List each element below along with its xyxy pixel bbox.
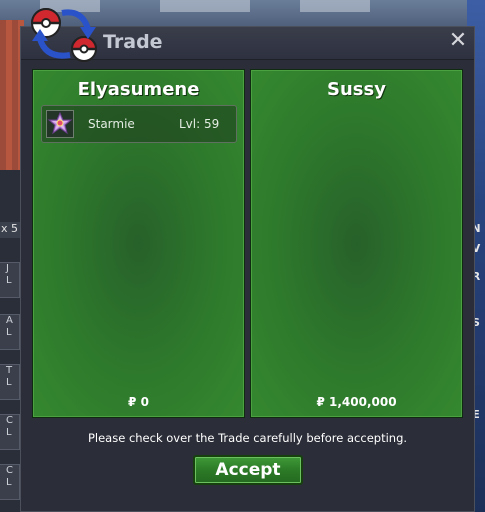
money-offer: ₽ 1,400,000 [316, 395, 397, 409]
close-icon: ✕ [448, 28, 468, 53]
background-left-cell[interactable]: A L [0, 314, 20, 350]
pokemon-name: Starmie [88, 117, 135, 131]
player-name: Sussy [327, 79, 386, 100]
background-left-cell[interactable]: T L [0, 364, 20, 400]
pokemon-level: Lvl: 59 [179, 117, 220, 131]
your-offer-panel: Elyasumene Starmie Lvl: 59 ₽ 0 [32, 69, 245, 418]
background-left-cell[interactable]: C L [0, 464, 20, 500]
trade-pokeball-swap-icon [30, 8, 98, 62]
background-left-cell[interactable]: C L [0, 414, 20, 450]
starmie-icon [47, 111, 73, 135]
trade-warning-text: Please check over the Trade carefully be… [87, 431, 408, 445]
window-title: Trade [103, 31, 163, 53]
accept-button[interactable]: Accept [193, 455, 303, 485]
background-left-cell[interactable]: J L [0, 262, 20, 298]
player-name: Elyasumene [77, 79, 200, 100]
pokemon-icon-slot [46, 110, 74, 138]
trade-window: Trade ✕ Elyasumene Starmie Lvl: 59 ₽ 0 S… [20, 8, 475, 512]
offered-pokemon-row[interactable]: Starmie Lvl: 59 [41, 105, 237, 143]
close-button[interactable]: ✕ [448, 30, 468, 52]
money-offer: ₽ 0 [128, 395, 149, 409]
partner-offer-panel: Sussy ₽ 1,400,000 [250, 69, 463, 418]
